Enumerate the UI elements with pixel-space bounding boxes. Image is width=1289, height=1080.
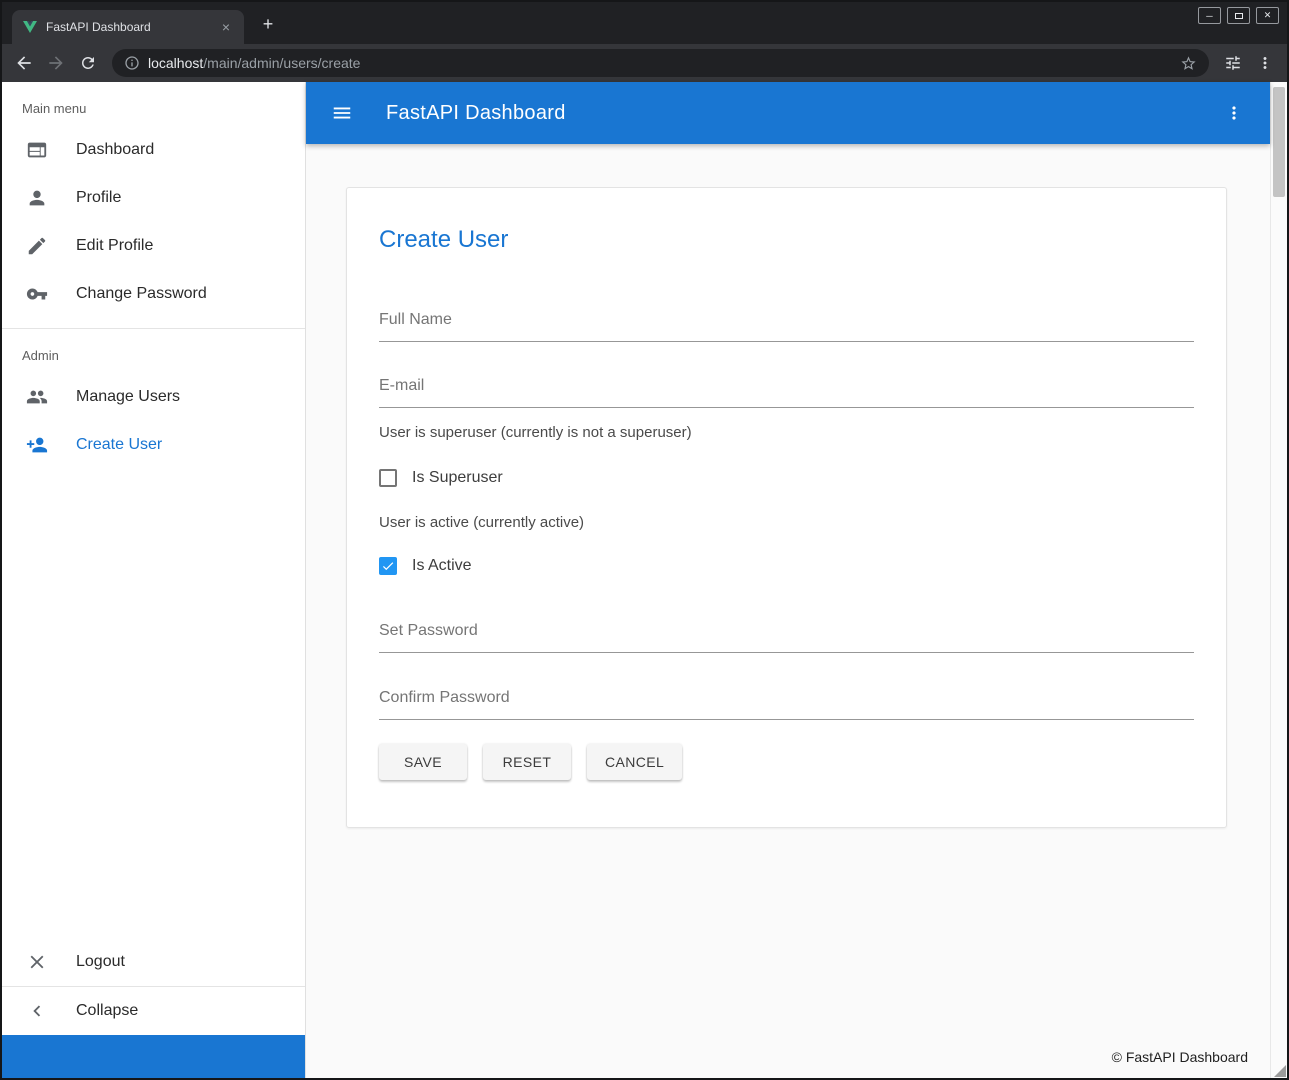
sidebar-item-collapse[interactable]: Collapse — [2, 987, 305, 1035]
active-checkbox-row[interactable]: Is Active — [379, 557, 1194, 575]
cancel-button[interactable]: CANCEL — [587, 744, 682, 780]
set-password-input[interactable] — [379, 622, 1194, 640]
group-icon — [26, 386, 48, 408]
resize-grip[interactable] — [1274, 1065, 1286, 1077]
window-controls: ─ ✕ — [1198, 7, 1279, 24]
sidebar-item-change-password[interactable]: Change Password — [2, 270, 305, 318]
sidebar-item-label: Create User — [76, 436, 162, 454]
copyright-text: © FastAPI Dashboard — [1112, 1049, 1248, 1065]
forward-button[interactable] — [42, 49, 70, 77]
appbar-title: FastAPI Dashboard — [386, 102, 566, 125]
sidebar-item-label: Manage Users — [76, 388, 180, 406]
sidebar-section-admin: Admin — [2, 329, 305, 373]
sidebar-item-dashboard[interactable]: Dashboard — [2, 126, 305, 174]
person-add-icon — [26, 434, 48, 456]
confirm-password-input[interactable] — [379, 689, 1194, 707]
browser-window: FastAPI Dashboard × + ─ ✕ localhost /mai… — [0, 0, 1289, 1080]
close-window-button[interactable]: ✕ — [1256, 7, 1279, 24]
maximize-button[interactable] — [1227, 7, 1250, 24]
scrollbar-thumb[interactable] — [1273, 87, 1285, 197]
key-icon — [26, 283, 48, 305]
superuser-checkbox-label: Is Superuser — [412, 469, 503, 487]
form-buttons: SAVE RESET CANCEL — [379, 744, 1194, 780]
browser-toolbar: localhost /main/admin/users/create — [2, 44, 1287, 82]
active-hint: User is active (currently active) — [379, 514, 1194, 531]
person-icon — [26, 187, 48, 209]
address-bar[interactable]: localhost /main/admin/users/create — [112, 49, 1209, 77]
app-bar: FastAPI Dashboard — [306, 82, 1270, 144]
sidebar-item-label: Collapse — [76, 1002, 138, 1020]
set-password-field — [379, 622, 1194, 653]
active-checkbox[interactable] — [379, 557, 397, 575]
sidebar-bottom-strip — [2, 1035, 305, 1078]
sidebar: Main menu Dashboard Profile Edit Profile… — [2, 82, 306, 1078]
sidebar-item-create-user[interactable]: Create User — [2, 421, 305, 469]
sidebar-spacer — [2, 469, 305, 938]
new-tab-button[interactable]: + — [256, 14, 280, 35]
full-name-field — [379, 311, 1194, 342]
reload-icon — [79, 54, 97, 72]
sidebar-item-label: Logout — [76, 953, 125, 971]
maximize-icon — [1235, 13, 1243, 19]
minimize-button[interactable]: ─ — [1198, 7, 1221, 24]
forward-arrow-icon — [46, 53, 66, 73]
sidebar-item-label: Profile — [76, 189, 121, 207]
save-button[interactable]: SAVE — [379, 744, 467, 780]
page-footer: © FastAPI Dashboard — [306, 1035, 1270, 1078]
back-arrow-icon — [14, 53, 34, 73]
full-name-input[interactable] — [379, 311, 1194, 329]
browser-extension-icon[interactable] — [1219, 49, 1247, 77]
site-info-icon[interactable] — [124, 55, 140, 71]
sidebar-item-label: Edit Profile — [76, 237, 153, 255]
content-area: Create User User is superuser (currently… — [306, 144, 1270, 1035]
back-button[interactable] — [10, 49, 38, 77]
tab-close-icon[interactable]: × — [218, 19, 234, 35]
create-user-card: Create User User is superuser (currently… — [346, 187, 1227, 828]
page-body: Main menu Dashboard Profile Edit Profile… — [2, 82, 1287, 1078]
sidebar-section-main: Main menu — [2, 82, 305, 126]
url-path: /main/admin/users/create — [203, 55, 360, 71]
page-scrollbar[interactable] — [1270, 82, 1287, 1078]
reload-button[interactable] — [74, 49, 102, 77]
favicon-vue-icon — [22, 19, 38, 35]
bookmark-star-icon[interactable] — [1180, 55, 1197, 72]
appbar-more-options-icon[interactable] — [1220, 99, 1248, 127]
active-checkbox-label: Is Active — [412, 557, 472, 575]
sidebar-item-label: Change Password — [76, 285, 207, 303]
sidebar-item-edit-profile[interactable]: Edit Profile — [2, 222, 305, 270]
email-field — [379, 377, 1194, 408]
browser-menu-icon[interactable] — [1251, 49, 1279, 77]
dashboard-icon — [26, 139, 48, 161]
sidebar-item-logout[interactable]: Logout — [2, 938, 305, 986]
superuser-checkbox[interactable] — [379, 469, 397, 487]
tab-title: FastAPI Dashboard — [46, 20, 210, 34]
edit-pencil-icon — [26, 235, 48, 257]
confirm-password-field — [379, 689, 1194, 720]
close-icon — [26, 951, 48, 973]
hamburger-menu-icon[interactable] — [328, 99, 356, 127]
sidebar-item-label: Dashboard — [76, 141, 154, 159]
browser-tab[interactable]: FastAPI Dashboard × — [12, 10, 244, 44]
reset-button[interactable]: RESET — [483, 744, 571, 780]
url-host: localhost — [148, 55, 203, 71]
main-area: FastAPI Dashboard Create User User is su… — [306, 82, 1270, 1078]
superuser-hint: User is superuser (currently is not a su… — [379, 424, 1194, 441]
sidebar-item-profile[interactable]: Profile — [2, 174, 305, 222]
email-input[interactable] — [379, 377, 1194, 395]
sidebar-item-manage-users[interactable]: Manage Users — [2, 373, 305, 421]
superuser-checkbox-row[interactable]: Is Superuser — [379, 469, 1194, 487]
page-title: Create User — [379, 226, 1194, 254]
checkmark-icon — [381, 559, 395, 573]
chevron-left-icon — [26, 1000, 48, 1022]
tab-strip: FastAPI Dashboard × + ─ ✕ — [2, 2, 1287, 44]
